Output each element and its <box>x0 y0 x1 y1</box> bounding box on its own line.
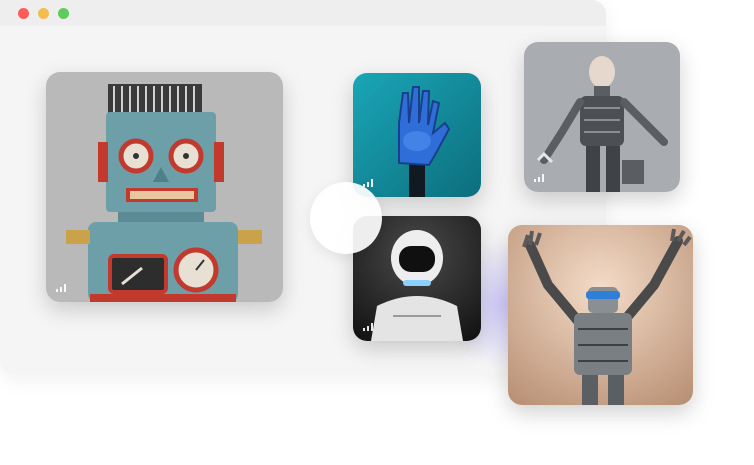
video-tile-tin-robot[interactable] <box>46 72 283 302</box>
minimize-button[interactable] <box>38 8 49 19</box>
signal-icon <box>363 179 373 187</box>
zoom-button[interactable] <box>58 8 69 19</box>
robot-arms-raised-image <box>508 225 693 405</box>
video-tile-robotic-hand[interactable] <box>353 73 481 197</box>
floating-circle <box>310 182 382 254</box>
signal-icon <box>363 323 373 331</box>
title-bar <box>0 0 606 26</box>
close-button[interactable] <box>18 8 29 19</box>
video-tile-android-figure[interactable] <box>524 42 680 192</box>
signal-icon <box>56 284 66 292</box>
android-figure-image <box>524 42 680 192</box>
video-tile-robot-arms-raised[interactable] <box>508 225 693 405</box>
signal-icon <box>534 174 544 182</box>
tin-robot-image <box>46 72 283 302</box>
